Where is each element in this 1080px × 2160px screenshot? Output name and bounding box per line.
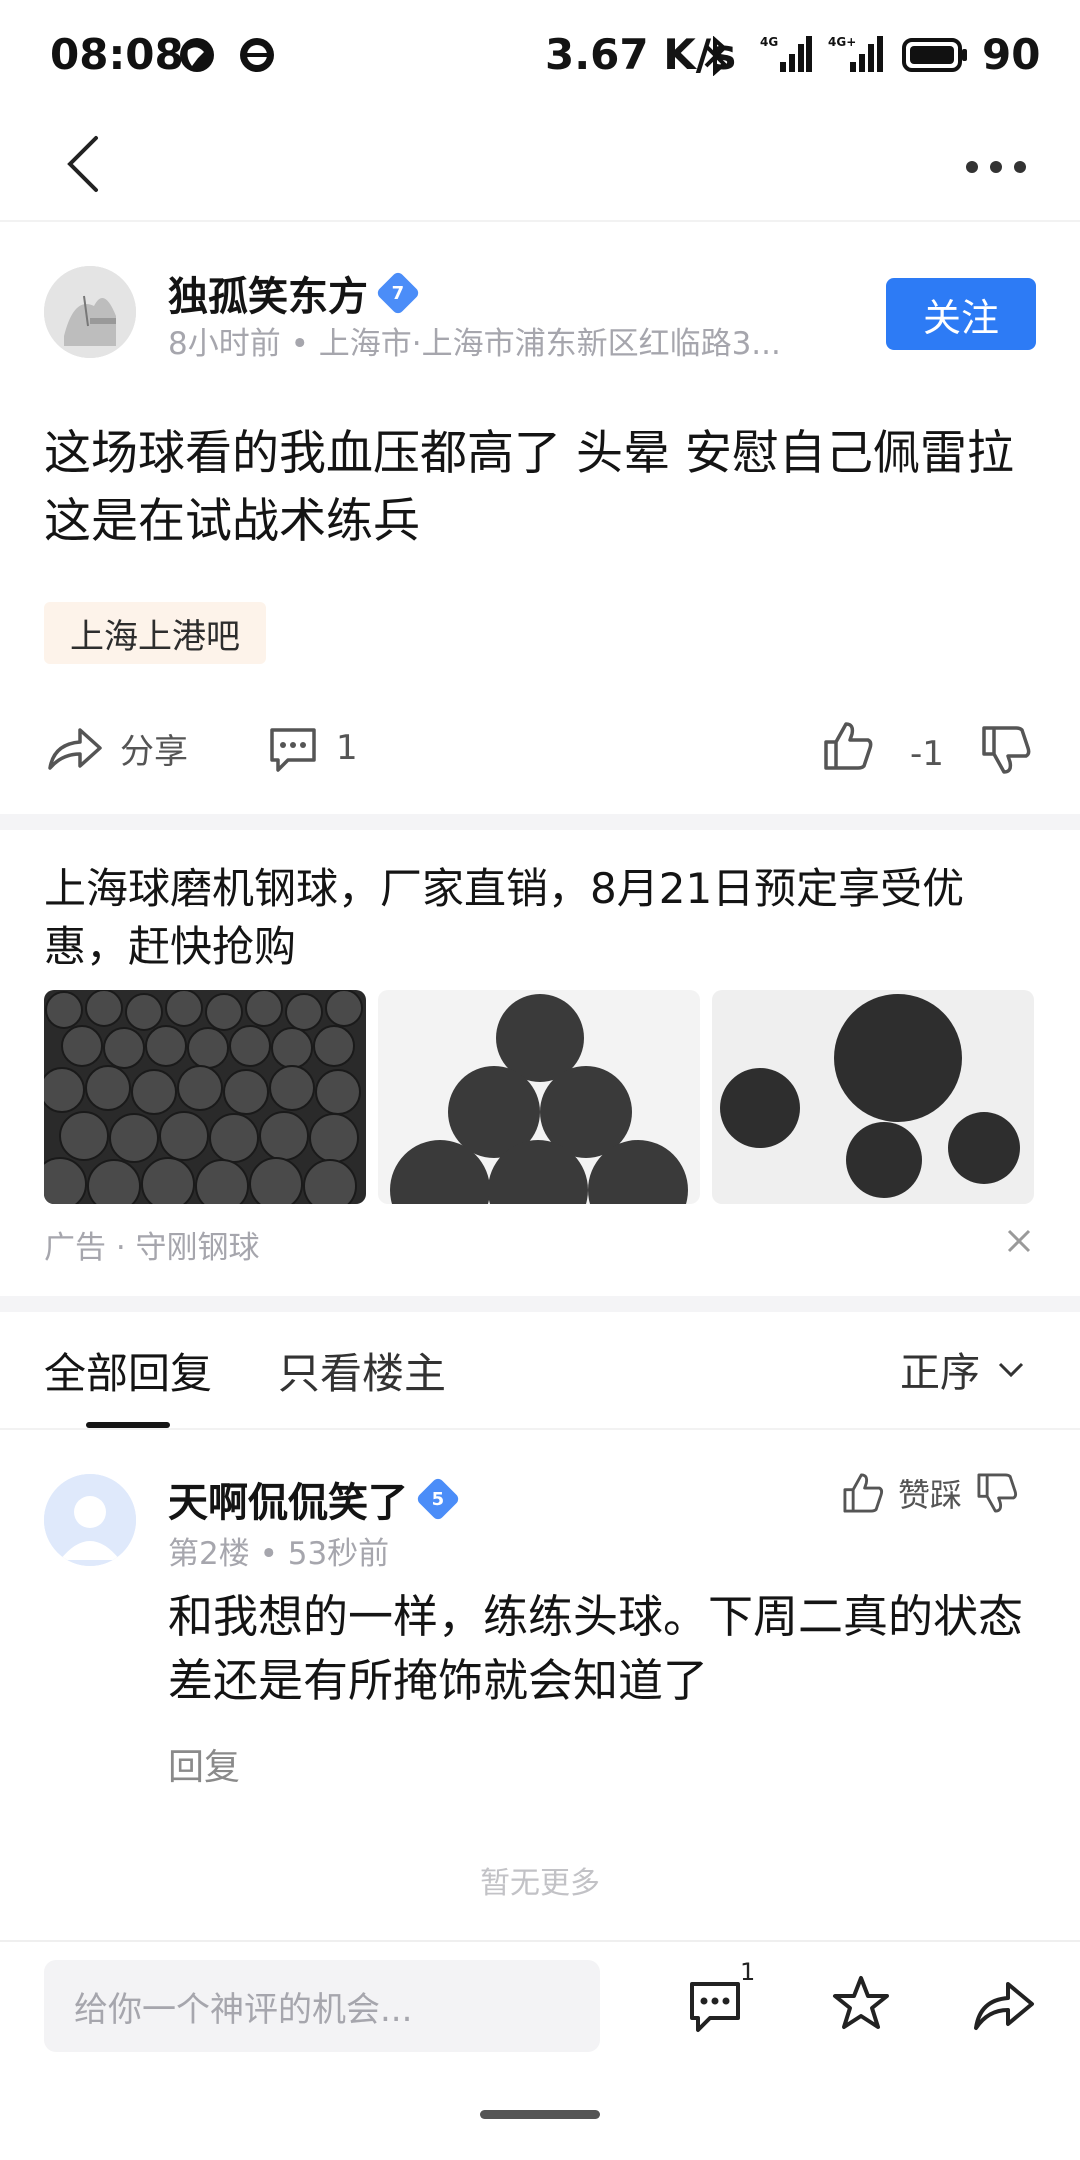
close-icon — [1007, 1229, 1031, 1253]
tab-all-replies[interactable]: 全部回复 — [44, 1340, 212, 1401]
level-badge: 7 — [375, 270, 421, 316]
battery-icon — [902, 38, 968, 76]
vote-label: 赞踩 — [898, 1476, 963, 1514]
reply-button[interactable]: 回复 — [168, 1738, 240, 1790]
tab-owner-only[interactable]: 只看楼主 — [278, 1340, 446, 1401]
chevron-down-icon — [998, 1362, 1024, 1378]
header-divider — [0, 1428, 1080, 1430]
ad-image-steel-balls-sizes[interactable] — [712, 990, 1034, 1204]
sort-dropdown[interactable]: 正序 — [900, 1340, 1028, 1398]
share-arrow-icon — [974, 1982, 1034, 2030]
close-ad-button[interactable] — [1006, 1228, 1032, 1258]
commenter-name[interactable]: 天啊侃侃笑了 — [168, 1470, 408, 1528]
follow-button[interactable]: 关注 — [886, 278, 1036, 350]
signal-4g-icon: 4G — [760, 34, 812, 78]
like-button[interactable] — [820, 718, 876, 778]
status-time: 08:08 — [50, 30, 184, 79]
section-divider — [0, 1296, 1080, 1312]
comment-content: 和我想的一样，练练头球。下周二真的状态差还是有所掩饰就会知道了 — [168, 1590, 1024, 1707]
svg-text:4G: 4G — [760, 35, 778, 49]
battery-level: 90 — [982, 30, 1041, 79]
comment-count: 1 — [336, 728, 358, 768]
comment-button[interactable]: 1 — [266, 722, 358, 774]
comment-meta: 第2楼 • 53秒前 — [168, 1536, 390, 1572]
star-icon — [833, 1976, 889, 2029]
comments-button[interactable] — [684, 1974, 746, 2040]
author-name[interactable]: 独孤笑东方 — [168, 264, 368, 322]
back-button[interactable] — [56, 124, 116, 204]
share-label: 分享 — [120, 731, 188, 772]
forum-tag[interactable]: 上海上港吧 — [44, 602, 266, 664]
share-post-button[interactable] — [972, 1974, 1036, 2038]
comment-vote: 赞踩 — [840, 1470, 1020, 1516]
more-dots-icon — [966, 161, 1026, 173]
home-indicator[interactable] — [480, 2110, 600, 2119]
thumbs-down-icon[interactable] — [974, 1470, 1020, 1516]
post-content: 这场球看的我血压都高了 头晕 安慰自己佩雷拉这是在试战术练兵 — [44, 426, 1014, 549]
section-divider — [0, 814, 1080, 830]
svg-text:4G+: 4G+ — [828, 35, 856, 49]
comments-count-badge: 1 — [740, 1958, 756, 1986]
ad-title[interactable]: 上海球磨机钢球，厂家直销，8月21日预定享受优惠，赶快抢购 — [44, 860, 1034, 976]
ad-image-steel-balls-pile[interactable] — [44, 990, 366, 1204]
vpn-icon — [178, 36, 216, 78]
ad-label: 广告 · 守刚钢球 — [44, 1230, 260, 1266]
dislike-button[interactable] — [978, 722, 1034, 782]
share-arrow-icon — [48, 728, 102, 770]
share-button[interactable]: 分享 — [46, 722, 188, 774]
post-meta: 8小时前 • 上海市·上海市浦东新区红临路3... — [168, 326, 781, 362]
author-avatar[interactable] — [44, 266, 136, 358]
more-options-button[interactable] — [958, 142, 1038, 192]
ad-image-steel-balls-stack[interactable] — [378, 990, 700, 1204]
comment-input[interactable]: 给你一个神评的机会... — [44, 1960, 600, 2052]
chevron-left-icon — [67, 136, 98, 192]
bluetooth-icon — [700, 35, 732, 80]
comment-bubble-icon — [690, 1982, 740, 2032]
no-more-indicator: 暂无更多 — [480, 1866, 600, 1901]
level-badge: 5 — [415, 1476, 461, 1522]
thumbs-up-icon — [824, 722, 873, 770]
commenter-avatar[interactable] — [44, 1474, 136, 1566]
app-notification-icon — [238, 36, 276, 78]
signal-4g-plus-icon: 4G+ — [828, 34, 884, 78]
thumbs-down-icon — [982, 726, 1031, 774]
comment-bubble-icon — [270, 728, 316, 772]
favorite-button[interactable] — [830, 1972, 892, 2038]
sort-label: 正序 — [900, 1350, 980, 1396]
thumbs-up-icon[interactable] — [840, 1470, 886, 1516]
status-bar: 08:08 3.67 K/s 4G 4G+ 90 — [0, 0, 1080, 112]
vote-count: -1 — [910, 734, 944, 774]
top-navigation-bar — [0, 112, 1080, 222]
